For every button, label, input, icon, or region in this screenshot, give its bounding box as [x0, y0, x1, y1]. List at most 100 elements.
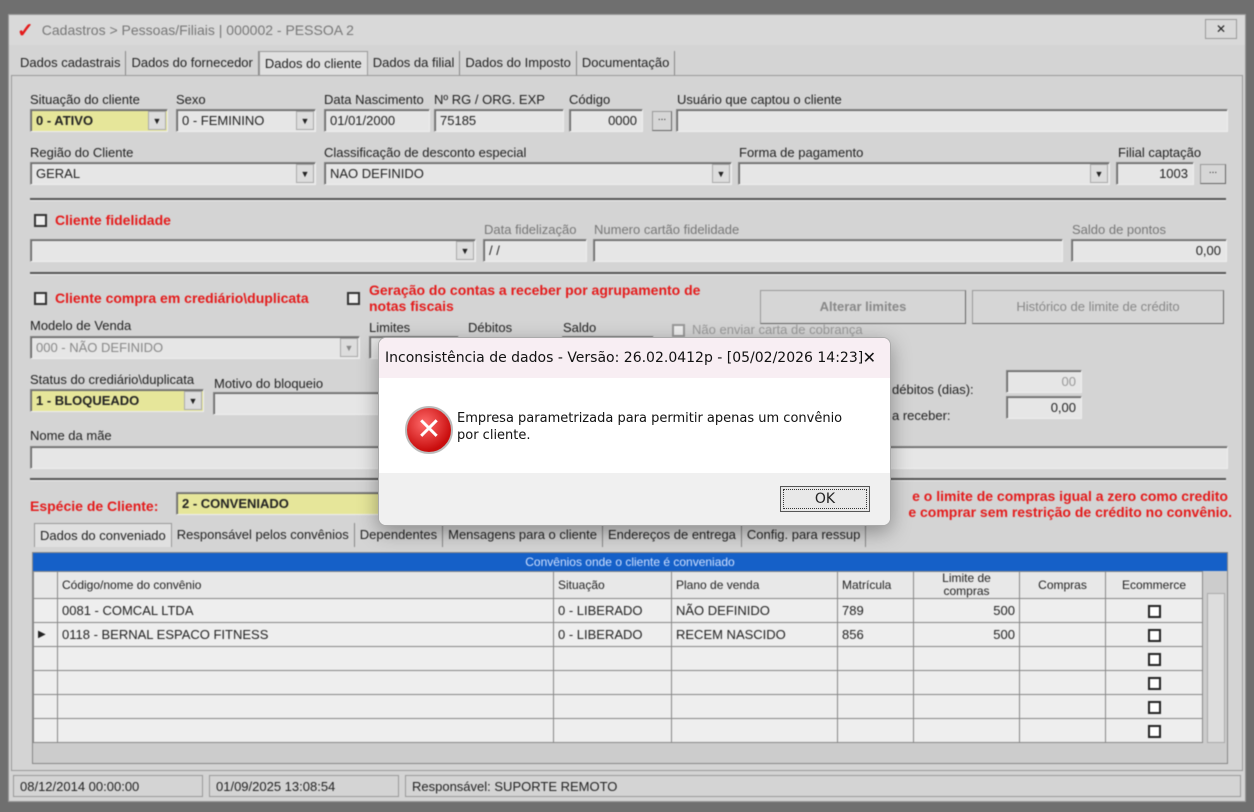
- subtab-enderecos[interactable]: Endereços de entrega: [603, 523, 742, 547]
- regiao-select[interactable]: GERAL ▼: [30, 162, 316, 185]
- ecommerce-checkbox[interactable]: [1105, 622, 1203, 647]
- ok-button[interactable]: OK: [780, 486, 870, 512]
- saldo-pontos-input[interactable]: 0,00: [1071, 239, 1227, 262]
- codigo-input[interactable]: 0000: [569, 109, 643, 132]
- grid-cell[interactable]: 0081 - COMCAL LTDA: [57, 598, 554, 623]
- modelo-select[interactable]: 000 - NÃO DEFINIDO ▼: [30, 336, 360, 359]
- grid-header[interactable]: Plano de venda: [671, 571, 838, 599]
- grid-cell[interactable]: [57, 718, 554, 743]
- grid-header[interactable]: Ecommerce: [1105, 571, 1203, 599]
- chevron-down-icon[interactable]: ▼: [1090, 164, 1108, 183]
- tab-dados-cliente[interactable]: Dados do cliente: [258, 51, 368, 75]
- chevron-down-icon[interactable]: ▼: [296, 111, 314, 130]
- ecommerce-checkbox[interactable]: [1105, 670, 1203, 695]
- subtab-config-ressup[interactable]: Config. para ressup: [742, 523, 867, 547]
- grid-cell[interactable]: 789: [837, 598, 914, 623]
- grid-cell[interactable]: [553, 646, 672, 671]
- grid-cell[interactable]: [553, 694, 672, 719]
- grid-cell[interactable]: [57, 694, 554, 719]
- fidelidade-select[interactable]: ▼: [30, 239, 476, 262]
- close-button[interactable]: ✕: [1205, 19, 1237, 39]
- grid-cell[interactable]: [1019, 670, 1106, 695]
- chevron-down-icon[interactable]: ▼: [712, 164, 730, 183]
- table-row[interactable]: [33, 694, 1203, 719]
- sexo-select[interactable]: 0 - FEMININO ▼: [176, 109, 316, 132]
- grid-cell[interactable]: [553, 718, 672, 743]
- chevron-down-icon[interactable]: ▼: [148, 111, 166, 130]
- chevron-down-icon[interactable]: ▼: [296, 164, 314, 183]
- tab-documentacao[interactable]: Documentação: [577, 51, 676, 75]
- subtab-responsavel[interactable]: Responsável pelos convênios: [172, 523, 355, 547]
- data-fid-input[interactable]: / /: [483, 239, 587, 262]
- filial-lookup-button[interactable]: ...: [1200, 164, 1226, 184]
- ecommerce-checkbox[interactable]: [1105, 694, 1203, 719]
- debitos-dias-input[interactable]: 00: [1006, 370, 1082, 393]
- fidelidade-checkbox[interactable]: [34, 214, 47, 227]
- grid-cell[interactable]: 0118 - BERNAL ESPACO FITNESS: [57, 622, 554, 647]
- chevron-down-icon[interactable]: ▼: [340, 338, 358, 357]
- tab-dados-imposto[interactable]: Dados do Imposto: [460, 51, 577, 75]
- status-select[interactable]: 1 - BLOQUEADO ▼: [30, 389, 204, 412]
- filial-input[interactable]: 1003: [1116, 162, 1194, 185]
- subtab-mensagens[interactable]: Mensagens para o cliente: [443, 523, 603, 547]
- grid-cell[interactable]: 0 - LIBERADO: [553, 622, 672, 647]
- grid-cell[interactable]: [57, 646, 554, 671]
- grid-cell[interactable]: NÃO DEFINIDO: [671, 598, 838, 623]
- tab-dados-cadastrais[interactable]: Dados cadastrais: [15, 51, 127, 75]
- table-row[interactable]: [33, 718, 1203, 743]
- ecommerce-checkbox[interactable]: [1105, 718, 1203, 743]
- grid-cell[interactable]: [1019, 622, 1106, 647]
- pagto-select[interactable]: ▼: [738, 162, 1110, 185]
- grid-cell[interactable]: [671, 646, 838, 671]
- usuario-input[interactable]: [676, 109, 1228, 132]
- grid-cell[interactable]: [913, 670, 1020, 695]
- grid-cell[interactable]: [837, 718, 914, 743]
- grid-cell[interactable]: [1019, 718, 1106, 743]
- classif-select[interactable]: NAO DEFINIDO ▼: [324, 162, 732, 185]
- grid-cell[interactable]: 500: [913, 622, 1020, 647]
- tab-dados-filial[interactable]: Dados da filial: [368, 51, 461, 75]
- grid-header[interactable]: Limite de compras: [913, 571, 1020, 599]
- grid-header[interactable]: Código/nome do convênio: [57, 571, 554, 599]
- grid-header[interactable]: Matrícula: [837, 571, 914, 599]
- grid-cell[interactable]: [913, 694, 1020, 719]
- ecommerce-checkbox[interactable]: [1105, 646, 1203, 671]
- nao-enviar-checkbox[interactable]: [672, 324, 685, 337]
- ecommerce-checkbox[interactable]: [1105, 598, 1203, 623]
- chevron-down-icon[interactable]: ▼: [456, 241, 474, 260]
- dialog-close-button[interactable]: ✕: [863, 348, 876, 367]
- grid-cell[interactable]: [57, 670, 554, 695]
- grid-cell[interactable]: [671, 670, 838, 695]
- crediario-checkbox[interactable]: [34, 292, 47, 305]
- especie-select[interactable]: 2 - CONVENIADO: [176, 492, 396, 515]
- nasc-input[interactable]: 01/01/2000: [324, 109, 430, 132]
- subtab-dados-conveniado[interactable]: Dados do conveniado: [34, 523, 172, 547]
- grid-cell[interactable]: [553, 670, 672, 695]
- grid-cell[interactable]: 0 - LIBERADO: [553, 598, 672, 623]
- grid-header[interactable]: Situação: [553, 571, 672, 599]
- grid-cell[interactable]: [671, 718, 838, 743]
- alterar-limites-button[interactable]: Alterar limites: [760, 290, 966, 324]
- grid-cell[interactable]: RECEM NASCIDO: [671, 622, 838, 647]
- rg-input[interactable]: 75185: [434, 109, 564, 132]
- grid-cell[interactable]: [1019, 646, 1106, 671]
- grid-cell[interactable]: [837, 670, 914, 695]
- grid-scrollbar[interactable]: [1207, 593, 1225, 743]
- grid-cell[interactable]: [837, 694, 914, 719]
- chevron-down-icon[interactable]: ▼: [184, 391, 202, 410]
- historico-button[interactable]: Histórico de limite de crédito: [972, 290, 1224, 324]
- table-row[interactable]: [33, 646, 1203, 671]
- motivo-input[interactable]: [213, 392, 383, 415]
- situacao-select[interactable]: 0 - ATIVO ▼: [30, 109, 168, 132]
- receber-input[interactable]: 0,00: [1006, 396, 1082, 419]
- table-row[interactable]: [33, 670, 1203, 695]
- grid-cell[interactable]: [913, 646, 1020, 671]
- subtab-dependentes[interactable]: Dependentes: [355, 523, 444, 547]
- tab-dados-fornecedor[interactable]: Dados do fornecedor: [126, 51, 259, 75]
- grid-cell[interactable]: [837, 646, 914, 671]
- grid-cell[interactable]: [1019, 598, 1106, 623]
- geracao-checkbox[interactable]: [347, 292, 360, 305]
- cartao-input[interactable]: [593, 239, 1063, 262]
- codigo-lookup-button[interactable]: ...: [652, 111, 672, 131]
- table-row[interactable]: ▶ 0118 - BERNAL ESPACO FITNESS 0 - LIBERAD…: [33, 622, 1203, 647]
